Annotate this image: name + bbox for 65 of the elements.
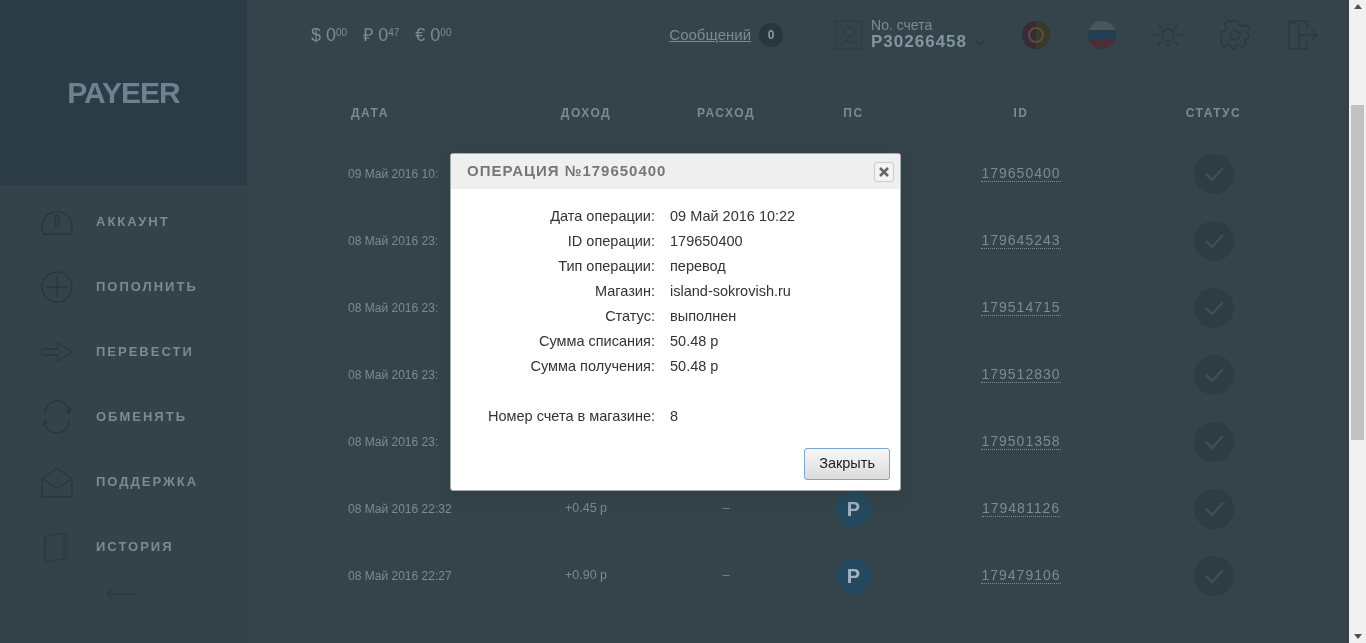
operation-id-link[interactable]: 179481126: [981, 500, 1060, 517]
column-header: РАСХОД: [697, 105, 755, 120]
field-label: Сумма получения:: [529, 357, 655, 376]
field-value: 09 Май 2016 10:22: [670, 208, 796, 224]
field-label: Статус:: [604, 307, 655, 326]
field-label: Тип операции:: [557, 257, 655, 276]
field-label: ID операции:: [566, 232, 655, 251]
field-value: выполнен: [670, 308, 737, 324]
close-button[interactable]: [874, 161, 894, 182]
message-count: 0: [759, 23, 783, 47]
sidebar-item[interactable]: ИСТОРИЯ: [0, 514, 247, 579]
sidebar-item[interactable]: ПОПОЛНИТЬ: [0, 254, 247, 319]
field-label: Дата операции:: [549, 207, 655, 226]
table-cell: 08 Май 2016 23:: [348, 233, 439, 248]
column-header: ПС: [843, 105, 864, 120]
table-cell: +0.45 р: [564, 501, 608, 516]
field-value: 50.48 р: [670, 333, 719, 349]
column-header: ID: [1013, 105, 1029, 120]
column-header: ДАТА: [351, 105, 389, 120]
operation-id-link[interactable]: 179479106: [981, 567, 1061, 584]
scrollbar[interactable]: [1349, 0, 1366, 643]
table-cell: 08 Май 2016 23:: [348, 434, 439, 449]
coin-icon[interactable]: [1021, 20, 1051, 50]
operation-id-link[interactable]: 179514715: [981, 299, 1061, 316]
payment-system-icon: P: [835, 490, 872, 527]
close-button[interactable]: Закрыть: [804, 448, 890, 480]
flag-icon[interactable]: [1087, 20, 1117, 50]
balance: € 0$^{00}$: [415, 23, 452, 47]
field-value: перевод: [670, 258, 726, 274]
scroll-down-icon[interactable]: [1353, 634, 1362, 639]
balance: $ 0$^{00}$: [311, 23, 348, 47]
balance: ₽ 0$^{47}$: [363, 23, 400, 47]
table-cell: –: [722, 568, 730, 583]
scroll-up-icon[interactable]: [1353, 4, 1362, 9]
sidebar-item[interactable]: ПОДДЕРЖКА: [0, 449, 247, 514]
sidebar-item[interactable]: ПЕРЕВЕСТИ: [0, 319, 247, 384]
sidebar-item[interactable]: АККАУНТ: [0, 189, 247, 254]
operation-id-link[interactable]: 179650400: [981, 165, 1061, 182]
field-value: island-sokrovish.ru: [670, 283, 791, 299]
sidebar-item[interactable]: ОБМЕНЯТЬ: [0, 384, 247, 449]
operation-id-link[interactable]: 179512830: [981, 366, 1061, 383]
field-label: Номер счета в магазине:: [487, 407, 655, 426]
table-cell: 08 Май 2016 23:: [348, 300, 439, 315]
field-label: Сумма списания:: [537, 332, 655, 351]
table-cell: 08 Май 2016 22:27: [348, 568, 452, 583]
field-label: Магазин:: [594, 282, 655, 301]
table-cell: 08 Май 2016 22:32: [348, 501, 452, 516]
column-header: СТАТУС: [1185, 105, 1242, 120]
close-icon: [879, 166, 889, 177]
table-cell: 08 Май 2016 23:: [348, 367, 439, 382]
operation-id-link[interactable]: 179501358: [981, 433, 1061, 450]
account-label: No. счета: [871, 17, 934, 32]
table-cell: –: [722, 501, 730, 516]
operation-id-link[interactable]: 179645243: [981, 232, 1061, 249]
dialog-title: ОПЕРАЦИЯ №179650400: [467, 161, 667, 182]
logo[interactable]: PAYEER: [67, 70, 180, 115]
field-value: 8: [670, 408, 679, 424]
table-cell: 09 Май 2016 10:: [348, 166, 439, 181]
field-value: 179650400: [670, 233, 743, 249]
column-header: ДОХОД: [560, 105, 612, 120]
field-value: 50.48 р: [670, 358, 719, 374]
account-number[interactable]: P30266458: [871, 31, 967, 53]
table-cell: +0.90 р: [564, 568, 608, 583]
payment-system-icon: P: [835, 557, 872, 594]
messages-link[interactable]: Сообщений: [669, 23, 751, 47]
